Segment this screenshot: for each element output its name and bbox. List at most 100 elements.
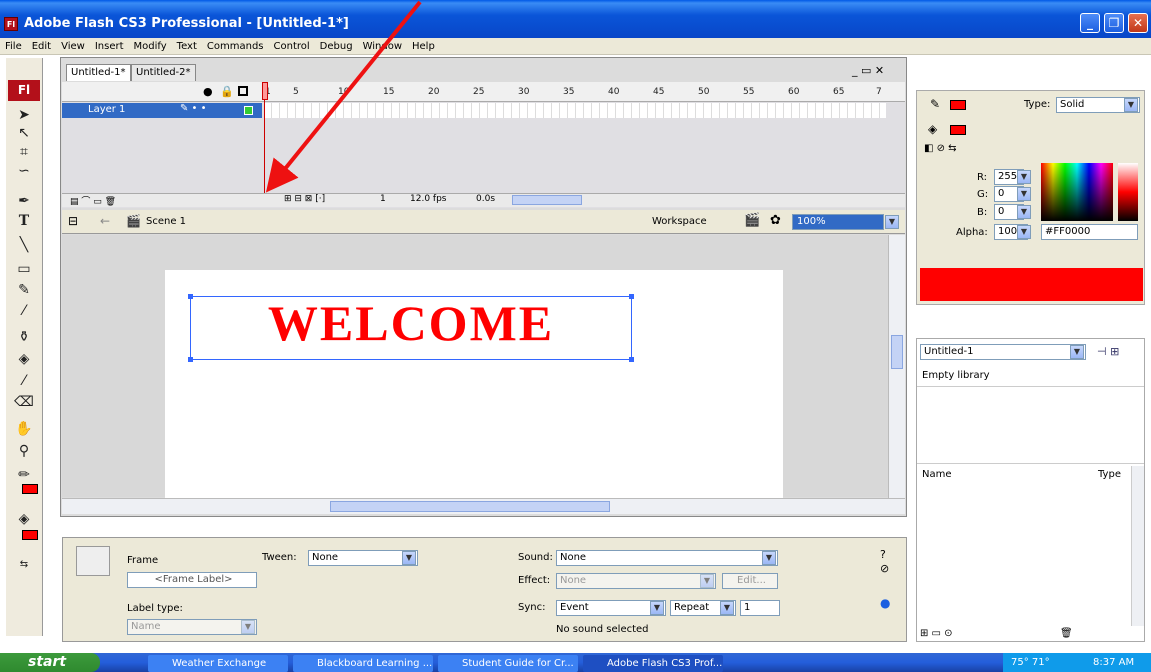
repeat-count[interactable]: 1 [740, 600, 780, 616]
delete-icon[interactable]: 🗑 [1060, 628, 1073, 639]
stroke-color-swatch[interactable] [22, 484, 38, 494]
resize-handle[interactable] [188, 357, 193, 362]
text-selection-box[interactable] [188, 294, 634, 362]
menu-modify[interactable]: Modify [129, 38, 172, 55]
expand-icon[interactable]: ⊘ [880, 562, 889, 575]
subselection-tool-icon[interactable]: ↖ [10, 124, 38, 142]
ink-bottle-icon[interactable]: ⚱ [10, 328, 38, 346]
tab-untitled-2[interactable]: Untitled-2* [131, 64, 196, 81]
close-button[interactable]: ✕ [1128, 13, 1148, 33]
chevron-down-icon[interactable]: ▼ [1017, 205, 1031, 219]
stage-horizontal-scrollbar[interactable] [62, 498, 905, 514]
sound-select[interactable]: None [556, 550, 778, 566]
paint-bucket-icon[interactable]: ◈ [10, 350, 38, 368]
zoom-dropdown-icon[interactable]: ▼ [885, 215, 899, 229]
menu-insert[interactable]: Insert [90, 38, 129, 55]
panel-window-controls[interactable]: _ ▭ ✕ [852, 64, 884, 77]
chevron-down-icon[interactable]: ▼ [1017, 170, 1031, 184]
fill-color-swatch[interactable] [22, 530, 38, 540]
outline-icon[interactable] [238, 86, 248, 96]
chevron-down-icon[interactable]: ▼ [1124, 98, 1138, 112]
library-column-name[interactable]: Name [922, 469, 952, 480]
hex-field[interactable]: #FF0000 [1041, 224, 1138, 240]
chevron-down-icon[interactable]: ▼ [1017, 187, 1031, 201]
weather-temp[interactable]: 75° 71° [1011, 653, 1050, 672]
task-weather[interactable]: Weather Exchange [148, 655, 288, 672]
menu-window[interactable]: Window [358, 38, 407, 55]
fill-color-swatch[interactable] [950, 125, 966, 135]
eyedropper-icon[interactable]: ⁄ [10, 372, 38, 390]
stroke-color-swatch[interactable] [950, 100, 966, 110]
hand-icon[interactable]: ✋ [10, 420, 38, 438]
chevron-down-icon[interactable]: ▼ [241, 620, 255, 634]
pen-icon[interactable]: ✒ [10, 192, 38, 210]
fill-color-icon[interactable]: ◈ [10, 510, 38, 528]
line-tool-icon[interactable]: ╲ [10, 236, 38, 254]
chevron-down-icon[interactable]: ▼ [650, 601, 664, 615]
resize-handle[interactable] [629, 357, 634, 362]
maximize-button[interactable]: ❐ [1104, 13, 1124, 33]
swap-colors-icon[interactable]: ⇆ [10, 556, 38, 574]
chevron-down-icon[interactable]: ▼ [1017, 225, 1031, 239]
effect-select[interactable]: None [556, 573, 716, 589]
menu-file[interactable]: File [0, 38, 27, 55]
layer-row[interactable]: Layer 1 ✎ • • [62, 103, 262, 118]
free-transform-icon[interactable]: ⌗ [10, 143, 38, 161]
new-symbol-icon[interactable]: ⊞ ▭ ⊙ [920, 628, 953, 639]
task-student-guide[interactable]: Student Guide for Cr... [438, 655, 578, 672]
eye-icon[interactable]: ● [203, 85, 213, 98]
zoom-field[interactable]: 100% [792, 214, 884, 230]
brush-icon[interactable]: ⁄ [10, 302, 38, 320]
eraser-icon[interactable]: ⌫ [10, 393, 38, 411]
menu-debug[interactable]: Debug [315, 38, 358, 55]
tab-untitled-1[interactable]: Untitled-1* [66, 64, 131, 81]
minimize-button[interactable]: _ [1080, 13, 1100, 33]
help-icon[interactable]: ? [880, 548, 886, 561]
timeline-hscroll[interactable] [512, 195, 582, 205]
stroke-pencil-icon[interactable]: ✎ [930, 97, 940, 111]
selection-tool-icon[interactable]: ➤ [10, 106, 38, 124]
menu-control[interactable]: Control [269, 38, 315, 55]
stage-vertical-scrollbar[interactable] [888, 235, 905, 498]
text-tool-icon[interactable]: T [10, 212, 38, 230]
brightness-slider[interactable] [1118, 163, 1138, 221]
fill-bucket-icon[interactable]: ◈ [928, 122, 937, 136]
playhead[interactable] [262, 82, 268, 194]
onion-skin-icon[interactable]: ⊞ ⊟ ⊠ [·] [284, 194, 325, 204]
menu-view[interactable]: View [56, 38, 90, 55]
resize-handle[interactable] [629, 294, 634, 299]
menu-help[interactable]: Help [407, 38, 440, 55]
stroke-color-icon[interactable]: ✏ [10, 466, 38, 484]
pencil-icon[interactable]: ✎ [10, 281, 38, 299]
chevron-down-icon[interactable]: ▼ [700, 574, 714, 588]
chevron-down-icon[interactable]: ▼ [1070, 345, 1084, 359]
resize-handle[interactable] [188, 294, 193, 299]
edit-symbol-icon[interactable]: ✿ [770, 213, 781, 228]
menu-commands[interactable]: Commands [202, 38, 269, 55]
label-type-select[interactable]: Name [127, 619, 257, 635]
layer-outline-color[interactable] [244, 106, 253, 115]
edit-scene-icon[interactable]: 🎬 [744, 213, 760, 228]
add-layer-icon[interactable]: ▤ ⌒ ▭ 🗑 [70, 194, 116, 207]
edit-button[interactable]: Edit... [722, 573, 778, 589]
library-scrollbar[interactable] [1131, 466, 1144, 626]
lasso-icon[interactable]: ∽ [10, 162, 38, 180]
menu-edit[interactable]: Edit [27, 38, 56, 55]
start-button[interactable]: start [0, 653, 100, 672]
workspace-menu[interactable]: Workspace [652, 216, 707, 227]
collapse-icon[interactable]: ● [880, 596, 890, 610]
task-blackboard[interactable]: Blackboard Learning ... [293, 655, 433, 672]
chevron-down-icon[interactable]: ▼ [720, 601, 734, 615]
rectangle-tool-icon[interactable]: ▭ [10, 260, 38, 278]
library-doc-select[interactable]: Untitled-1 [920, 344, 1086, 360]
library-column-type[interactable]: Type [1098, 469, 1121, 480]
frame-label-field[interactable]: <Frame Label> [127, 572, 257, 588]
frames-grid[interactable] [264, 103, 886, 118]
task-flash[interactable]: Adobe Flash CS3 Prof... [583, 655, 723, 672]
timeline-toggle-icon[interactable]: ⊟ [68, 214, 78, 228]
back-arrow-icon[interactable]: ← [100, 214, 110, 228]
pin-icon[interactable]: ⊣ ⊞ [1097, 345, 1119, 358]
menu-text[interactable]: Text [172, 38, 202, 55]
chevron-down-icon[interactable]: ▼ [402, 551, 416, 565]
lock-icon[interactable]: 🔒 [220, 85, 234, 98]
